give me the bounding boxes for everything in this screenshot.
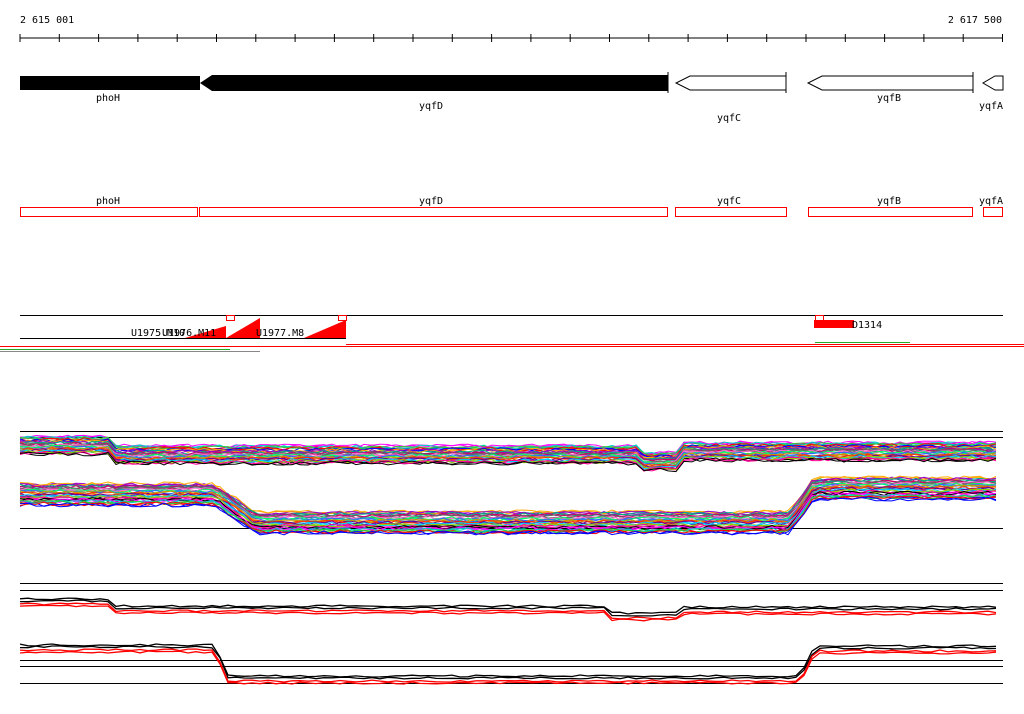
feature-track: U1975.M10 U1976.M11 U1977.M8 D1314 xyxy=(0,315,1024,352)
annotation-box-yqfA[interactable] xyxy=(983,207,1003,217)
annotation-box-yqfB[interactable] xyxy=(808,207,973,217)
gene-label-phoH: phoH xyxy=(96,93,120,104)
gene-track: phoH yqfD yqfC yqfB yqfA xyxy=(20,72,1004,124)
annotation-label-yqfD: yqfD xyxy=(419,196,443,207)
gene-label-yqfB: yqfB xyxy=(877,93,901,104)
gene-arrow-yqfC[interactable] xyxy=(674,75,787,91)
expression-profiles-summary xyxy=(19,583,1003,685)
summary-line-lower xyxy=(19,650,997,685)
ruler-start-label: 2 615 001 xyxy=(20,15,74,26)
feature-label-d1314: D1314 xyxy=(852,320,882,331)
gene-label-yqfA: yqfA xyxy=(979,101,1003,112)
annotation-label-yqfC: yqfC xyxy=(717,196,741,207)
multicolor-profile-lines xyxy=(19,434,997,536)
annotation-box-yqfD[interactable] xyxy=(199,207,668,217)
gene-arrow-yqfB[interactable] xyxy=(806,75,974,91)
expression-profiles-multicolor xyxy=(19,431,1003,536)
gene-arrow-yqfD[interactable] xyxy=(200,75,668,91)
annotation-label-phoH: phoH xyxy=(96,196,120,207)
gene-arrow-phoH[interactable] xyxy=(20,76,200,90)
annotation-box-yqfC[interactable] xyxy=(675,207,787,217)
annotation-label-yqfB: yqfB xyxy=(877,196,901,207)
feature-label-u1977: U1977.M8 xyxy=(256,328,304,339)
annotation-track xyxy=(20,207,1003,217)
gene-label-yqfC: yqfC xyxy=(717,113,741,124)
gene-label-yqfD: yqfD xyxy=(419,101,443,112)
annotation-box-phoH[interactable] xyxy=(20,207,198,217)
genome-browser-view: 2 615 001 2 617 500 phoH yqfD yqfC yqfB … xyxy=(0,15,1024,685)
annotation-label-yqfA: yqfA xyxy=(979,196,1003,207)
feature-block-d1314[interactable] xyxy=(814,320,854,328)
ruler-end-label: 2 617 500 xyxy=(948,15,1002,26)
feature-marker-3 xyxy=(815,315,824,321)
annotation-labels: phoH yqfD yqfC yqfB yqfA xyxy=(96,196,1003,207)
gene-arrow-yqfA[interactable] xyxy=(982,75,1004,91)
summary-profile-lines xyxy=(19,597,997,685)
coordinate-ruler: 2 615 001 2 617 500 xyxy=(19,15,1003,42)
feature-triangle-u1977[interactable] xyxy=(304,320,346,338)
feature-marker-1 xyxy=(226,315,235,321)
feature-label-u1976: U1976.M11 xyxy=(162,328,216,339)
feature-marker-2 xyxy=(338,315,347,321)
